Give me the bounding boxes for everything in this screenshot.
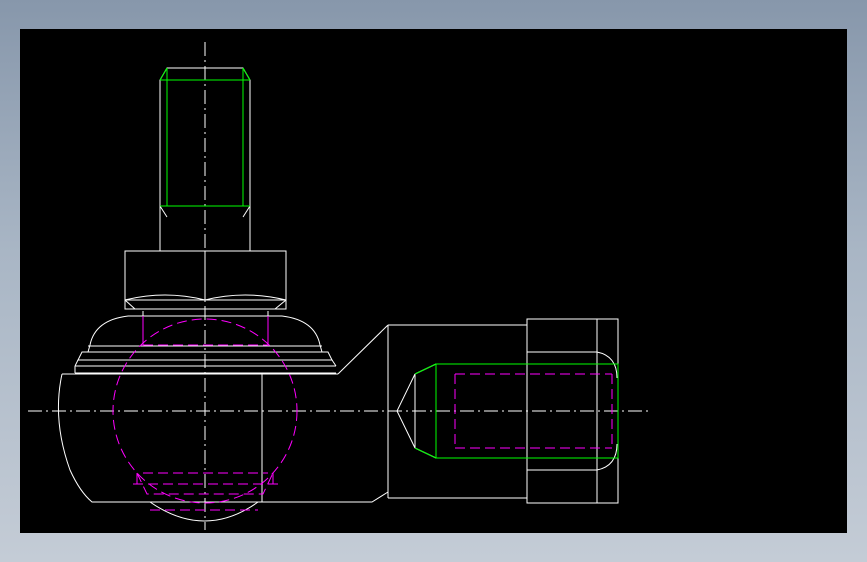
- housing-left-outline: [57, 373, 389, 503]
- housing-neck: [337, 324, 389, 375]
- stud-runout-left: [159, 205, 168, 218]
- hex-nut-chamfer-left: [124, 294, 206, 301]
- hex-nut: [124, 250, 287, 310]
- hex-nut-chamfer-right: [204, 294, 287, 301]
- center-lines: [28, 42, 650, 530]
- side-hex-curve-top: [527, 351, 618, 379]
- side-hex-curve-bottom: [527, 443, 618, 471]
- ball-lower-arc: [149, 501, 259, 522]
- socket-housing: [57, 324, 389, 522]
- side-shank: [388, 324, 527, 499]
- stud-runout-right: [242, 205, 251, 218]
- cad-viewport[interactable]: [20, 29, 847, 533]
- cad-drawing: [28, 42, 650, 530]
